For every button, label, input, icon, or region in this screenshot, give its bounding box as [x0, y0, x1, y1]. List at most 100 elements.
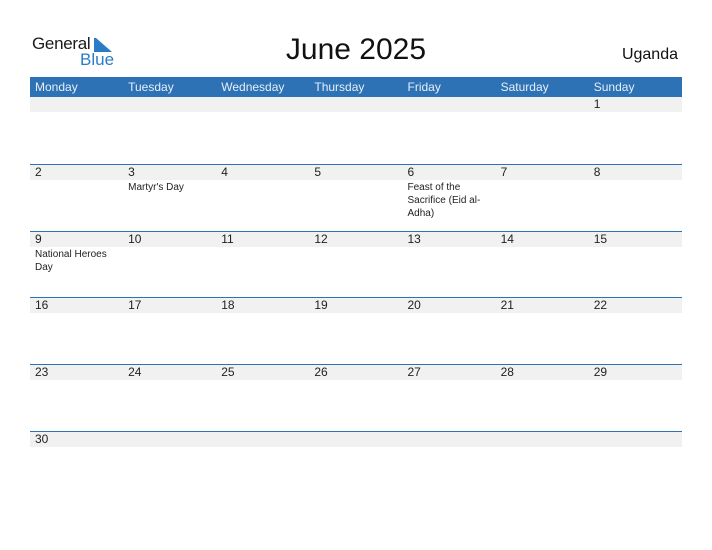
- day-number: 14: [500, 231, 514, 246]
- week-row: 2 3 Martyr's Day 4 5 6 Feast of the Sacrifice …: [30, 163, 682, 231]
- weekday-thursday: Thursday: [314, 80, 365, 94]
- day-cell: [30, 97, 123, 164]
- country-label: Uganda: [621, 46, 678, 63]
- day-cell: 7: [496, 165, 589, 231]
- weekday-saturday: Saturday: [500, 80, 549, 94]
- day-cell: 22: [589, 298, 682, 364]
- day-number: 26: [314, 365, 328, 380]
- day-number: 20: [407, 298, 421, 313]
- day-number: 3: [128, 164, 135, 179]
- day-cell: 21: [496, 298, 589, 364]
- day-number: 5: [314, 164, 322, 179]
- week-row: 16 17 18 19 20 21 22: [30, 297, 682, 364]
- holiday-label: Feast of the Sacrifice (Eid al-Adha): [407, 181, 481, 219]
- day-cell: 8: [589, 165, 682, 231]
- day-number: [314, 432, 402, 447]
- day-cell: 13: [403, 232, 496, 298]
- day-number: 25: [221, 365, 235, 380]
- day-number: 7: [500, 164, 508, 179]
- day-cell: [403, 97, 496, 164]
- holiday-label: [128, 313, 216, 314]
- day-number: [594, 432, 682, 447]
- holiday-label: [314, 380, 402, 381]
- week-cells: 30: [30, 432, 682, 498]
- day-cell: 23: [30, 365, 123, 431]
- holiday-label: [221, 180, 309, 181]
- day-number: 9: [35, 231, 42, 246]
- day-cell: 18: [216, 298, 309, 364]
- weeks-container: 1 2 3 Martyr's Day 4 5 6 Feast of the Sacrifice…: [30, 97, 682, 498]
- day-cell: 3 Martyr's Day: [123, 165, 216, 231]
- holiday-label: [314, 112, 402, 113]
- holiday-label: [594, 180, 682, 181]
- day-number: [501, 432, 589, 447]
- day-number: 12: [314, 231, 328, 246]
- holiday-label: [35, 112, 123, 113]
- day-number: 8: [593, 164, 601, 179]
- day-cell: [496, 432, 589, 498]
- day-cell: 14: [496, 232, 589, 298]
- day-number: 1: [593, 97, 601, 111]
- day-cell: [309, 432, 402, 498]
- day-cell: [216, 97, 309, 164]
- holiday-label: [501, 380, 589, 381]
- holiday-label: [594, 447, 682, 448]
- holiday-label: [314, 247, 402, 248]
- day-cell: [496, 97, 589, 164]
- week-row: 9 National Heroes Day 10 11 12 13 14 15: [30, 230, 682, 298]
- day-number: 22: [593, 298, 608, 313]
- day-number: 29: [593, 365, 608, 380]
- weekday-header: Monday Tuesday Wednesday Thursday Friday…: [30, 77, 682, 97]
- day-number: 19: [314, 298, 328, 313]
- day-number: 11: [221, 231, 234, 246]
- day-cell: 25: [216, 365, 309, 431]
- day-cell: 29: [589, 365, 682, 431]
- day-number: 28: [500, 365, 514, 380]
- holiday-label: [314, 447, 402, 448]
- day-cell: [216, 432, 309, 498]
- weekday-monday: Monday: [35, 80, 78, 94]
- week-cells: 2 3 Martyr's Day 4 5 6 Feast of the Sacrifice …: [30, 165, 682, 231]
- holiday-label: [594, 380, 682, 381]
- week-cells: 1: [30, 97, 682, 164]
- day-cell: 5: [309, 165, 402, 231]
- day-number: [408, 97, 496, 112]
- day-cell: 16: [30, 298, 123, 364]
- calendar-grid: Monday Tuesday Wednesday Thursday Friday…: [30, 77, 682, 498]
- holiday-label: [501, 180, 589, 181]
- day-number: [314, 97, 402, 112]
- holiday-label: [221, 313, 309, 314]
- day-cell: 11: [216, 232, 309, 298]
- week-cells: 23 24 25 26 27 28 29: [30, 365, 682, 431]
- holiday-label: [221, 447, 309, 448]
- day-number: [128, 97, 216, 112]
- day-cell: 17: [123, 298, 216, 364]
- holiday-label: [594, 112, 682, 113]
- day-cell: 12: [309, 232, 402, 298]
- holiday-label: [128, 112, 216, 113]
- weekday-tuesday: Tuesday: [128, 80, 174, 94]
- weekday-wednesday: Wednesday: [221, 80, 285, 94]
- day-cell: 28: [496, 365, 589, 431]
- day-number: 17: [128, 298, 142, 313]
- day-cell: 19: [309, 298, 402, 364]
- holiday-label: [314, 180, 402, 181]
- day-number: 27: [407, 365, 421, 380]
- day-number: 13: [407, 231, 421, 246]
- day-number: 6: [407, 164, 415, 179]
- holiday-label: [594, 247, 682, 248]
- holiday-label: [408, 447, 496, 448]
- holiday-label: [35, 313, 123, 314]
- holiday-label: Martyr's Day: [128, 181, 184, 193]
- day-cell: 26: [309, 365, 402, 431]
- holiday-label: [408, 313, 496, 314]
- day-cell: [309, 97, 402, 164]
- week-cells: 9 National Heroes Day 10 11 12 13 14 15: [30, 232, 682, 298]
- day-number: 10: [128, 231, 142, 246]
- day-number: 23: [35, 365, 49, 380]
- day-cell: [403, 432, 496, 498]
- holiday-label: [501, 313, 589, 314]
- day-number: [128, 432, 216, 447]
- holiday-label: [35, 180, 123, 181]
- day-number: [221, 97, 309, 112]
